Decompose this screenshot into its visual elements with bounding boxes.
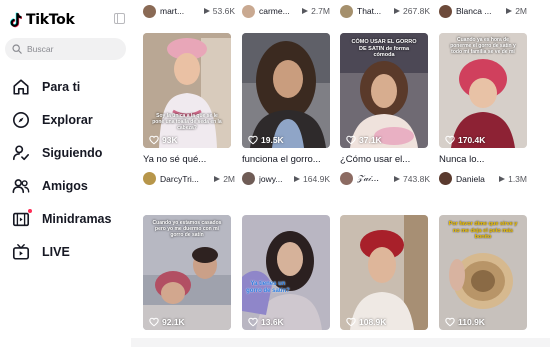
- heart-icon: [149, 135, 159, 145]
- author-name[interactable]: jowy...: [259, 174, 287, 184]
- like-count: 170.4K: [445, 135, 485, 145]
- play-icon: [294, 175, 301, 182]
- avatar[interactable]: [439, 172, 452, 185]
- video-overlay-text: Cuando ya es hora de ponerme el gorro de…: [450, 37, 516, 55]
- like-count-value: 110.9K: [458, 317, 485, 327]
- author-name[interactable]: 𝒵𝒶𝒾...: [357, 174, 385, 184]
- heart-icon: [445, 317, 455, 327]
- play-count: 2.7M: [311, 6, 330, 16]
- heart-icon: [149, 317, 159, 327]
- video-overlay-text: Por favor dime que sirve y no me deja el…: [448, 221, 518, 241]
- heart-icon: [248, 317, 258, 327]
- like-count-value: 92.1K: [162, 317, 185, 327]
- play-icon: [302, 8, 309, 14]
- video-meta-row: Daniela 1.3M: [439, 172, 527, 185]
- avatar[interactable]: [439, 4, 452, 18]
- video-overlay-text: Ya tienes un gorro de satín?: [246, 281, 290, 295]
- author-name[interactable]: Daniela: [456, 174, 496, 184]
- video-thumbnail: [242, 215, 330, 330]
- video-caption[interactable]: Ya no sé qué...: [143, 154, 206, 165]
- avatar[interactable]: [143, 172, 156, 185]
- avatar[interactable]: [242, 4, 255, 18]
- like-count: 110.9K: [445, 317, 485, 327]
- author-name[interactable]: That...: [357, 6, 389, 16]
- heart-icon: [248, 135, 258, 145]
- video-card[interactable]: CÓMO USAR EL GORRO DE SATIN de forma cóm…: [340, 33, 428, 148]
- play-count: 267.8K: [403, 6, 430, 16]
- like-count-value: 37.1K: [359, 135, 382, 145]
- video-caption[interactable]: funciona el gorro...: [242, 154, 321, 165]
- video-card[interactable]: 19.5K: [242, 33, 330, 148]
- heart-icon: [445, 135, 455, 145]
- video-meta-row: mart... 53.6K: [143, 4, 235, 18]
- heart-icon: [346, 135, 356, 145]
- author-name[interactable]: DarcyTri...: [160, 174, 204, 184]
- play-icon: [394, 175, 401, 182]
- like-count: 108.9K: [346, 317, 386, 327]
- heart-icon: [346, 317, 356, 327]
- video-card[interactable]: 108.9K: [340, 215, 428, 330]
- video-caption[interactable]: ¿Cómo usar el...: [340, 154, 410, 165]
- like-count-value: 170.4K: [458, 135, 486, 145]
- video-meta-row: carme... 2.7M: [242, 4, 330, 18]
- play-count: 1.3M: [508, 173, 527, 184]
- video-overlay-text: Soy la única a la que se le pone una toa…: [152, 113, 222, 131]
- video-feed: mart... 53.6K carme... 2.7M That... 267.…: [0, 0, 550, 347]
- video-thumbnail: [242, 33, 330, 148]
- video-card[interactable]: Por favor dime que sirve y no me deja el…: [439, 215, 527, 330]
- author-name[interactable]: carme...: [259, 6, 299, 16]
- video-meta-row: jowy... 164.9K: [242, 172, 330, 185]
- author-name[interactable]: Blanca ...: [456, 6, 501, 16]
- avatar[interactable]: [143, 4, 156, 18]
- play-icon: [506, 8, 513, 14]
- video-meta-row: DarcyTri... 2M: [143, 172, 235, 185]
- video-meta-row: Blanca ... 2M: [439, 4, 527, 18]
- play-icon: [214, 175, 221, 182]
- video-overlay-text: Cuando yo estamos casados pero yo me due…: [152, 220, 222, 238]
- like-count-value: 13.6K: [261, 317, 284, 327]
- video-card[interactable]: Cuando yo estamos casados pero yo me due…: [143, 215, 231, 330]
- like-count: 92.1K: [149, 317, 185, 327]
- play-icon: [203, 8, 210, 14]
- play-count: 2M: [515, 6, 527, 16]
- like-count-value: 19.5K: [261, 135, 284, 145]
- play-count: 2M: [223, 173, 235, 184]
- video-overlay-text: CÓMO USAR EL GORRO DE SATIN de forma cóm…: [351, 39, 417, 59]
- avatar[interactable]: [340, 4, 353, 18]
- like-count-value: 93K: [162, 135, 178, 145]
- like-count-value: 108.9K: [359, 317, 387, 327]
- video-thumbnail: [340, 215, 428, 330]
- video-card[interactable]: Ya tienes un gorro de satín? 13.6K: [242, 215, 330, 330]
- play-icon: [499, 175, 506, 182]
- play-count: 743.8K: [403, 173, 430, 184]
- like-count: 37.1K: [346, 135, 382, 145]
- bottom-divider: [131, 338, 550, 347]
- like-count: 13.6K: [248, 317, 284, 327]
- like-count: 19.5K: [248, 135, 284, 145]
- avatar[interactable]: [242, 172, 255, 185]
- avatar[interactable]: [340, 172, 353, 185]
- like-count: 93K: [149, 135, 178, 145]
- author-name[interactable]: mart...: [160, 6, 201, 16]
- video-meta-row: That... 267.8K: [340, 4, 430, 18]
- video-card[interactable]: Cuando ya es hora de ponerme el gorro de…: [439, 33, 527, 148]
- video-meta-row: 𝒵𝒶𝒾... 743.8K: [340, 172, 430, 185]
- play-icon: [394, 8, 401, 14]
- play-count: 164.9K: [303, 173, 330, 184]
- play-count: 53.6K: [212, 6, 235, 16]
- video-caption[interactable]: Nunca lo...: [439, 154, 484, 165]
- video-card[interactable]: Soy la única a la que se le pone una toa…: [143, 33, 231, 148]
